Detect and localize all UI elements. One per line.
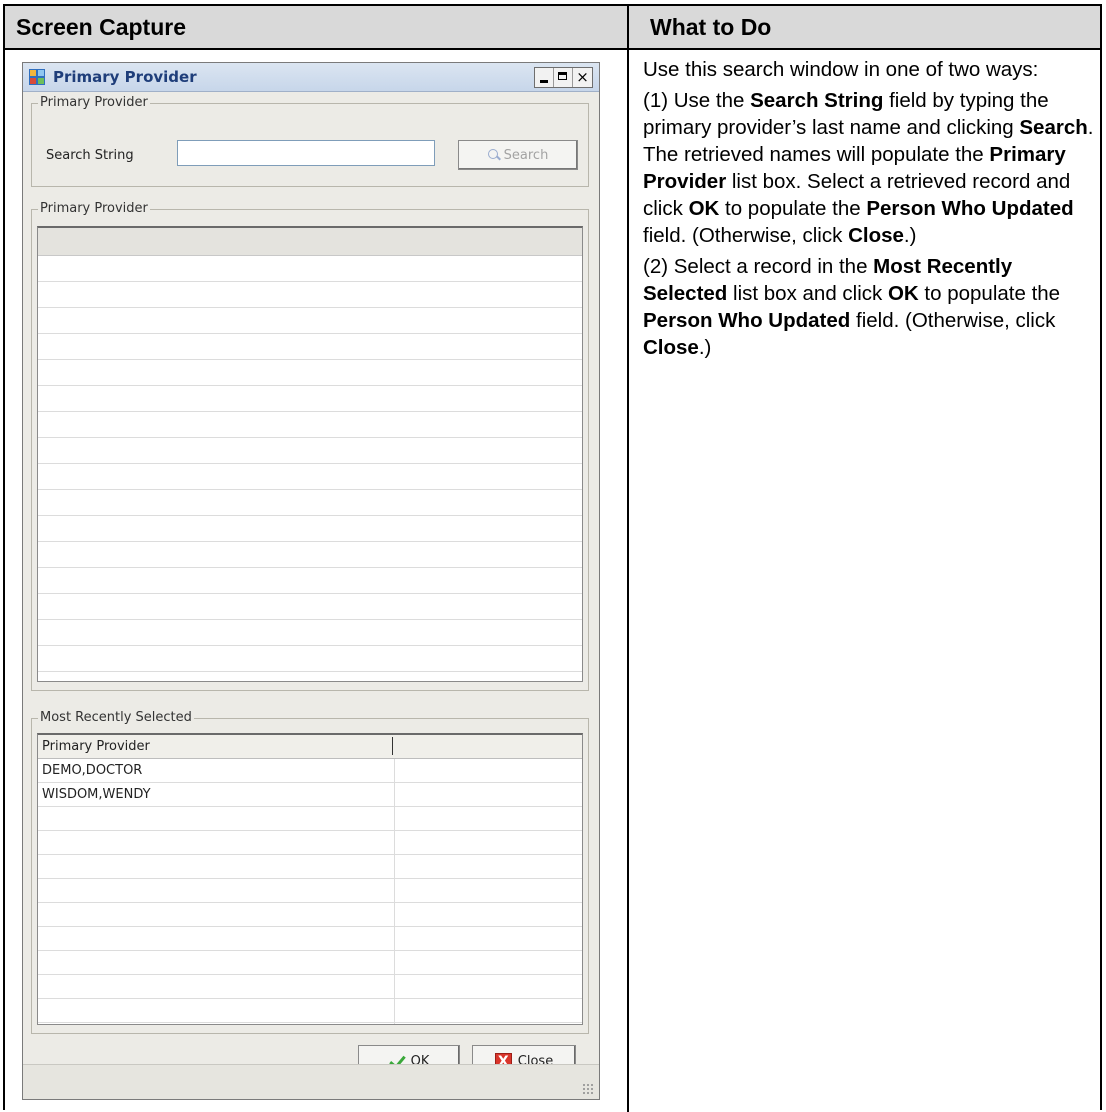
- instruction-intro: Use this search window in one of two way…: [643, 58, 1039, 81]
- list-item[interactable]: [38, 516, 582, 542]
- most-recently-selected-list[interactable]: Primary Provider DEMO,DOCTOR WISDOM,WEND…: [37, 733, 583, 1025]
- list-item[interactable]: [38, 464, 582, 490]
- table-row[interactable]: [38, 855, 582, 879]
- list-item[interactable]: [38, 594, 582, 620]
- step2-text-5: .): [698, 336, 712, 359]
- list-item[interactable]: [38, 438, 582, 464]
- table-row[interactable]: [38, 807, 582, 831]
- list-item[interactable]: [38, 360, 582, 386]
- step2-bold-ok: OK: [887, 282, 919, 305]
- table-row[interactable]: [38, 999, 582, 1023]
- dialog-title: Primary Provider: [53, 68, 197, 86]
- search-button[interactable]: Search: [458, 140, 578, 170]
- list-item[interactable]: [38, 620, 582, 646]
- list-item[interactable]: [38, 386, 582, 412]
- row-cell-provider: DEMO,DOCTOR: [42, 763, 143, 778]
- table-row[interactable]: [38, 975, 582, 999]
- header-what-to-do: What to Do: [650, 14, 772, 40]
- step1-text-1: (1) Use the: [643, 89, 751, 112]
- list-item[interactable]: [38, 490, 582, 516]
- instruction-step-1: (1) Use the Search String field by typin…: [643, 87, 1098, 249]
- window-close-button[interactable]: ×: [573, 68, 592, 87]
- header-screen-capture: Screen Capture: [16, 14, 187, 40]
- list-item[interactable]: [38, 282, 582, 308]
- step1-bold-search: Search: [1019, 116, 1088, 139]
- instructions-cell: Use this search window in one of two way…: [643, 56, 1098, 365]
- list-item[interactable]: [38, 308, 582, 334]
- step1-text-5: to populate the: [719, 197, 867, 220]
- search-button-label: Search: [503, 147, 549, 163]
- primary-provider-dialog: Primary Provider × Primary Provider Sear…: [22, 62, 600, 1100]
- dialog-titlebar: Primary Provider ×: [23, 63, 599, 92]
- step2-text-3: to populate the: [918, 282, 1061, 305]
- search-group-label: Primary Provider: [38, 95, 150, 110]
- step2-bold-person-who-updated: Person Who Updated: [643, 309, 851, 332]
- results-group: Primary Provider: [31, 201, 589, 691]
- table-row[interactable]: [38, 903, 582, 927]
- recent-group: Most Recently Selected Primary Provider …: [31, 710, 589, 1034]
- recent-list-header: Primary Provider: [38, 735, 582, 759]
- search-string-input[interactable]: [177, 140, 435, 166]
- table-row[interactable]: [38, 879, 582, 903]
- list-item[interactable]: [38, 568, 582, 594]
- table-row[interactable]: [38, 927, 582, 951]
- search-icon: [487, 149, 500, 161]
- list-item[interactable]: [38, 256, 582, 282]
- step1-bold-ok: OK: [688, 197, 720, 220]
- results-list-header: [38, 228, 582, 256]
- step1-text-6: field. (Otherwise, click: [643, 224, 849, 247]
- step1-text-7: .): [903, 224, 917, 247]
- list-item[interactable]: [38, 412, 582, 438]
- step2-text-4: field. (Otherwise, click: [850, 309, 1056, 332]
- status-bar: [23, 1064, 599, 1099]
- resize-grip-icon[interactable]: [582, 1083, 594, 1095]
- app-icon: [29, 69, 45, 85]
- primary-provider-list[interactable]: [37, 226, 583, 682]
- step2-bold-close: Close: [643, 336, 699, 359]
- table-row[interactable]: [38, 831, 582, 855]
- recent-group-label: Most Recently Selected: [38, 710, 194, 725]
- column-divider: [627, 6, 629, 1112]
- step1-bold-search-string: Search String: [750, 89, 884, 112]
- results-group-label: Primary Provider: [38, 201, 150, 216]
- step1-bold-person-who-updated: Person Who Updated: [866, 197, 1074, 220]
- table-header-row: Screen Capture What to Do: [5, 6, 1100, 50]
- table-row[interactable]: [38, 951, 582, 975]
- list-item[interactable]: [38, 542, 582, 568]
- table-row[interactable]: WISDOM,WENDY: [38, 783, 582, 807]
- list-item[interactable]: [38, 646, 582, 672]
- list-item[interactable]: [38, 334, 582, 360]
- search-string-label: Search String: [46, 148, 134, 163]
- instruction-step-2: (2) Select a record in the Most Recently…: [643, 253, 1098, 361]
- row-cell-provider: WISDOM,WENDY: [42, 787, 151, 802]
- minimize-button[interactable]: [535, 68, 554, 87]
- search-group: Primary Provider Search String Search: [31, 95, 589, 187]
- step2-text-1: (2) Select a record in the: [643, 255, 874, 278]
- step2-text-2: list box and click: [727, 282, 888, 305]
- column-separator[interactable]: [392, 737, 393, 755]
- maximize-button[interactable]: [554, 68, 573, 87]
- column-header-primary-provider[interactable]: Primary Provider: [42, 739, 150, 754]
- step1-bold-close: Close: [848, 224, 904, 247]
- window-controls: ×: [534, 67, 593, 88]
- table-row[interactable]: DEMO,DOCTOR: [38, 759, 582, 783]
